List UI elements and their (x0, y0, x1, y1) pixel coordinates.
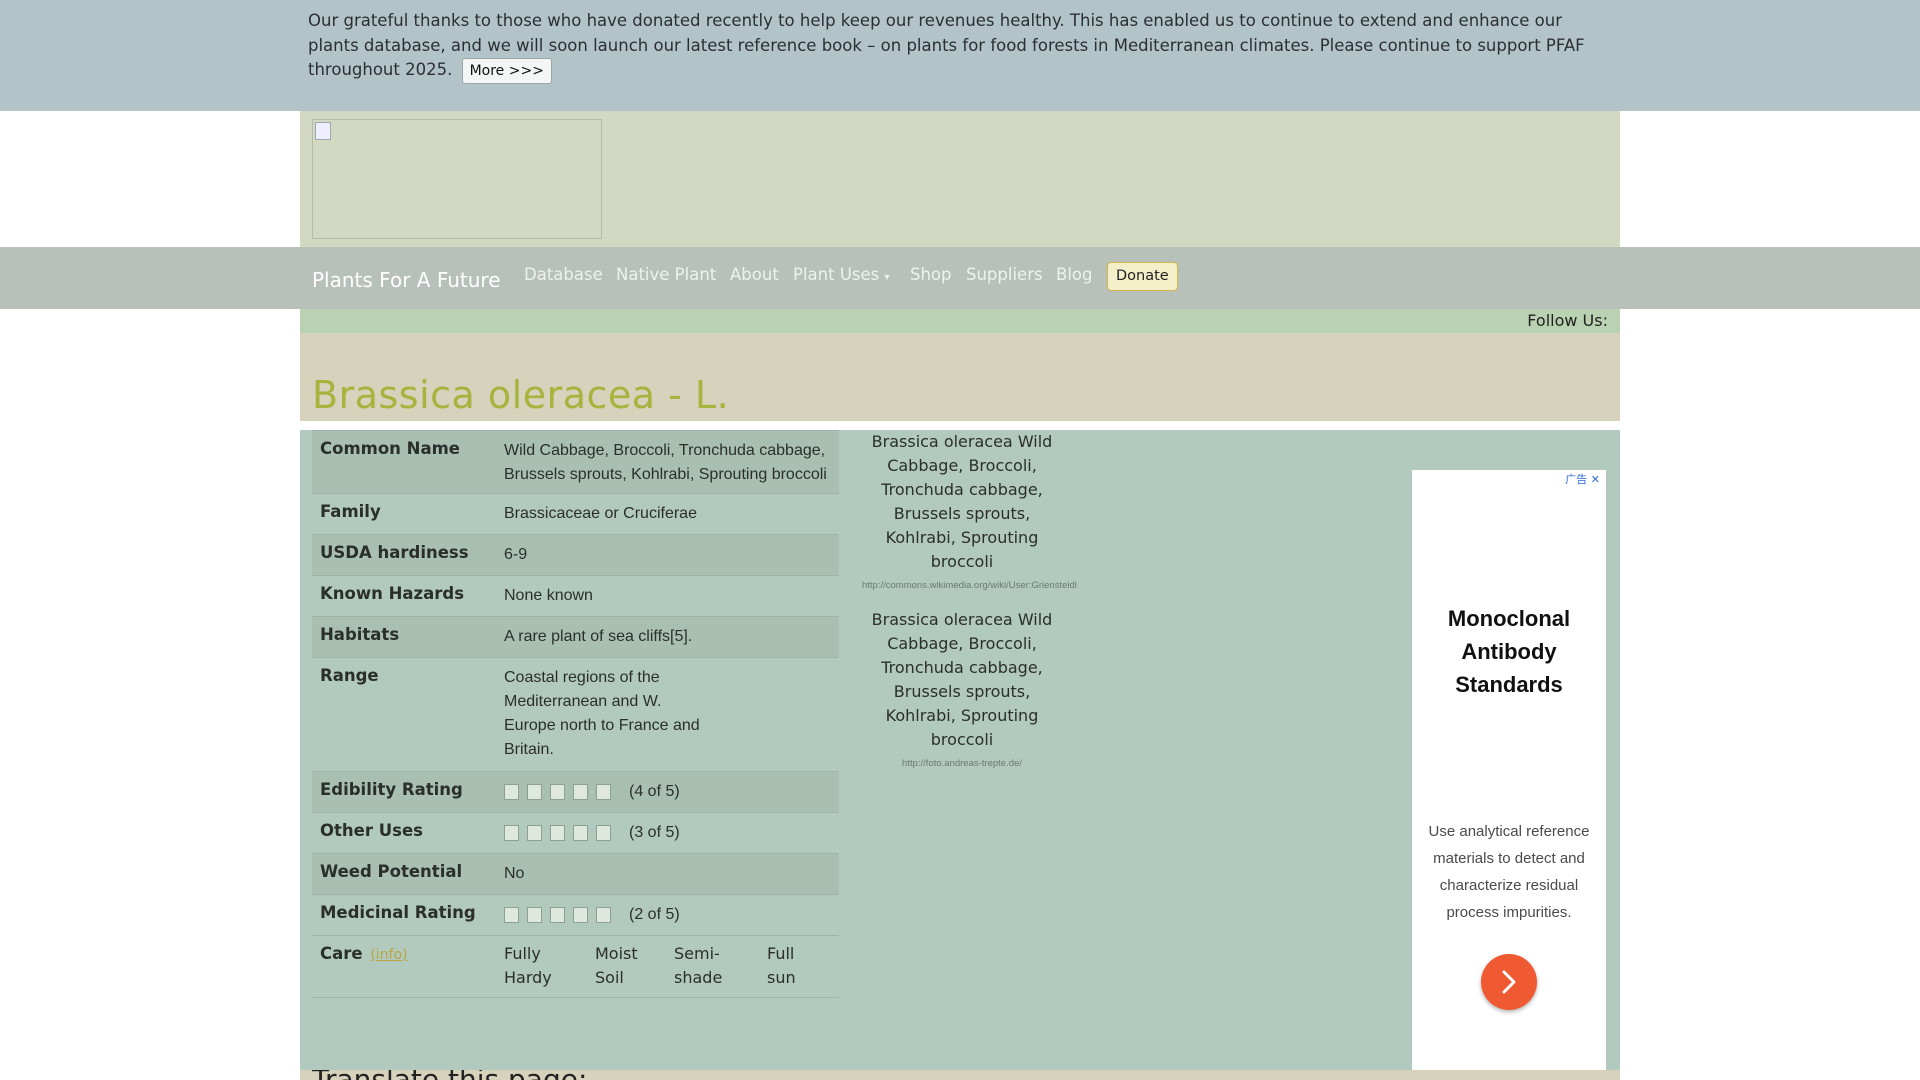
star-icon (527, 783, 542, 800)
table-row: Care (info) Fully Hardy Moist Soil Semi-… (312, 936, 839, 998)
donation-banner: Our grateful thanks to those who have do… (0, 0, 1920, 111)
row-value: (3 of 5) (504, 821, 680, 845)
table-row: Known Hazards None known (312, 576, 839, 617)
donate-button[interactable]: Donate (1107, 262, 1178, 291)
nav-shop[interactable]: Shop (910, 265, 952, 284)
row-label: Common Name (320, 439, 460, 458)
other-uses-stars (504, 821, 619, 845)
title-band: Brassica oleracea - L. (300, 333, 1620, 421)
nav-native-plant[interactable]: Native Plant (616, 265, 716, 284)
row-value: (4 of 5) (504, 780, 680, 804)
star-icon (550, 783, 565, 800)
logo-band (300, 111, 1620, 247)
star-icon (504, 824, 519, 841)
row-label: Medicinal Rating (320, 903, 476, 922)
row-value: Brassicaceae or Cruciferae (504, 505, 697, 522)
table-row: USDA hardiness 6-9 (312, 535, 839, 576)
photo-credit[interactable]: http://commons.wikimedia.org/wiki/User:G… (862, 578, 1077, 593)
nav-plant-uses-label: Plant Uses (793, 265, 880, 284)
care-info-link[interactable]: (info) (370, 947, 407, 963)
ad-body: Use analytical reference materials to de… (1428, 823, 1590, 921)
plant-photo[interactable]: Brassica oleracea Wild Cabbage, Broccoli… (862, 430, 1077, 593)
other-uses-rating: (3 of 5) (629, 824, 680, 842)
nav-about[interactable]: About (730, 265, 779, 284)
row-value: None known (504, 587, 593, 604)
advertisement[interactable]: 广告 ✕ Monoclonal Antibody Standards Use a… (1412, 470, 1606, 1070)
moist-soil-icon: Moist Soil (595, 944, 638, 987)
photo-alt-text: Brassica oleracea Wild Cabbage, Broccoli… (871, 610, 1053, 749)
row-label: Edibility Rating (320, 780, 463, 799)
row-value: 6-9 (504, 546, 528, 563)
table-row: Common Name Wild Cabbage, Broccoli, Tron… (312, 431, 839, 494)
row-value: Wild Cabbage, Broccoli, Tronchuda cabbag… (504, 442, 827, 483)
row-label: Known Hazards (320, 584, 465, 603)
plant-facts-table: Common Name Wild Cabbage, Broccoli, Tron… (312, 430, 839, 998)
edibility-stars (504, 780, 619, 804)
more-button[interactable]: More >>> (461, 58, 552, 84)
page-title: Brassica oleracea - L. (312, 373, 730, 417)
star-icon (596, 824, 611, 841)
photo-credit[interactable]: http://foto.andreas-trepte.de/ (862, 756, 1062, 771)
navbar (0, 247, 1920, 309)
row-value: Coastal regions of the Mediterranean and… (504, 669, 700, 758)
follow-us-label: Follow Us: (1527, 311, 1608, 330)
fully-hardy-icon: Fully Hardy (504, 944, 552, 987)
row-label: Family (320, 502, 381, 521)
caret-down-icon: ▾ (884, 272, 890, 283)
banner-message: Our grateful thanks to those who have do… (308, 9, 1608, 84)
table-row: Weed Potential No (312, 854, 839, 895)
star-icon (504, 783, 519, 800)
row-label: USDA hardiness (320, 543, 469, 562)
row-value: (2 of 5) (504, 903, 680, 927)
row-label: Care (info) (320, 944, 408, 963)
ad-label: 广告 (1565, 473, 1588, 486)
row-label: Habitats (320, 625, 400, 644)
table-row: Family Brassicaceae or Cruciferae (312, 494, 839, 535)
star-icon (596, 783, 611, 800)
star-icon (573, 783, 588, 800)
translate-band: Translate this page: (300, 1070, 1620, 1080)
star-icon (527, 824, 542, 841)
medicinal-rating: (2 of 5) (629, 906, 680, 924)
nav-database[interactable]: Database (524, 265, 603, 284)
ad-choices[interactable]: 广告 ✕ (1565, 471, 1600, 487)
star-icon (527, 906, 542, 923)
table-row: Medicinal Rating (2 of 5) (312, 895, 839, 936)
site-logo[interactable] (312, 119, 602, 239)
plant-photo[interactable]: Brassica oleracea Wild Cabbage, Broccoli… (862, 608, 1062, 771)
row-label: Range (320, 666, 379, 685)
photo-alt-text: Brassica oleracea Wild Cabbage, Broccoli… (871, 432, 1053, 571)
navbar-brand[interactable]: Plants For A Future (312, 268, 501, 292)
star-icon (550, 906, 565, 923)
medicinal-stars (504, 903, 619, 927)
table-row: Range Coastal regions of the Mediterrane… (312, 658, 839, 772)
star-icon (596, 906, 611, 923)
nav-blog[interactable]: Blog (1056, 265, 1092, 284)
close-icon[interactable]: ✕ (1591, 473, 1600, 486)
star-icon (573, 824, 588, 841)
row-value: A rare plant of sea cliffs[5]. (504, 628, 693, 645)
ad-arrow-button[interactable] (1481, 954, 1537, 1010)
star-icon (504, 906, 519, 923)
follow-bar: Follow Us: (300, 309, 1620, 333)
ad-title[interactable]: Monoclonal Antibody Standards (1412, 602, 1606, 701)
row-value: No (504, 865, 525, 882)
row-label: Weed Potential (320, 862, 463, 881)
nav-suppliers[interactable]: Suppliers (966, 265, 1043, 284)
row-label: Other Uses (320, 821, 423, 840)
table-row: Habitats A rare plant of sea cliffs[5]. (312, 617, 839, 658)
star-icon (550, 824, 565, 841)
table-row: Other Uses (3 of 5) (312, 813, 839, 854)
chevron-right-icon (1502, 970, 1516, 994)
table-row: Edibility Rating (4 of 5) (312, 772, 839, 813)
broken-image-icon (315, 122, 331, 140)
translate-heading: Translate this page: (312, 1070, 587, 1080)
star-icon (573, 906, 588, 923)
care-label: Care (320, 944, 363, 963)
full-sun-icon: Full sun (767, 944, 796, 987)
semi-shade-icon: Semi-shade (674, 944, 723, 987)
nav-plant-uses[interactable]: Plant Uses ▾ (793, 265, 890, 284)
edibility-rating: (4 of 5) (629, 783, 680, 801)
